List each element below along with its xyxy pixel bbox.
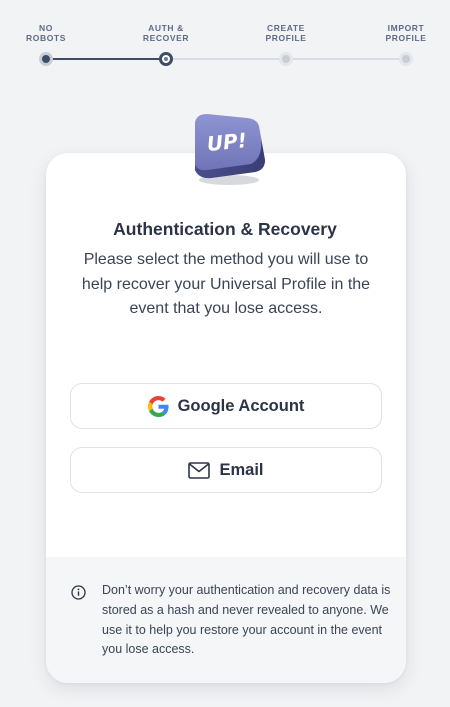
step-dot-auth-recover — [159, 52, 173, 66]
step-label-auth-recover: AUTH & RECOVER — [142, 23, 190, 43]
logo-text: UP! — [206, 128, 248, 156]
step-label-import-profile: IMPORT PROFILE — [385, 23, 427, 43]
email-button[interactable]: Email — [70, 447, 382, 493]
card-description: Please select the method you will use to… — [81, 251, 371, 317]
email-label: Email — [219, 460, 264, 479]
google-account-button[interactable]: Google Account — [70, 383, 382, 429]
page-title: Authentication & Recovery — [113, 219, 337, 239]
step-dot-no-robots — [39, 52, 53, 66]
info-text: Don’t worry your authentication and reco… — [102, 583, 391, 657]
step-track-complete — [46, 58, 166, 60]
step-dot-create-profile — [279, 52, 293, 66]
progress-stepper: NO ROBOTS AUTH & RECOVER CREATE PROFILE … — [0, 0, 450, 80]
step-label-create-profile: CREATE PROFILE — [265, 23, 307, 43]
google-account-label: Google Account — [177, 396, 305, 415]
info-circle-icon — [71, 585, 86, 605]
up-logo: UP! — [185, 108, 267, 186]
google-g-icon — [147, 395, 169, 417]
info-panel: Don’t worry your authentication and reco… — [46, 557, 406, 683]
step-label-no-robots: NO ROBOTS — [26, 23, 66, 43]
step-dot-import-profile — [399, 52, 413, 66]
envelope-icon — [188, 461, 211, 479]
